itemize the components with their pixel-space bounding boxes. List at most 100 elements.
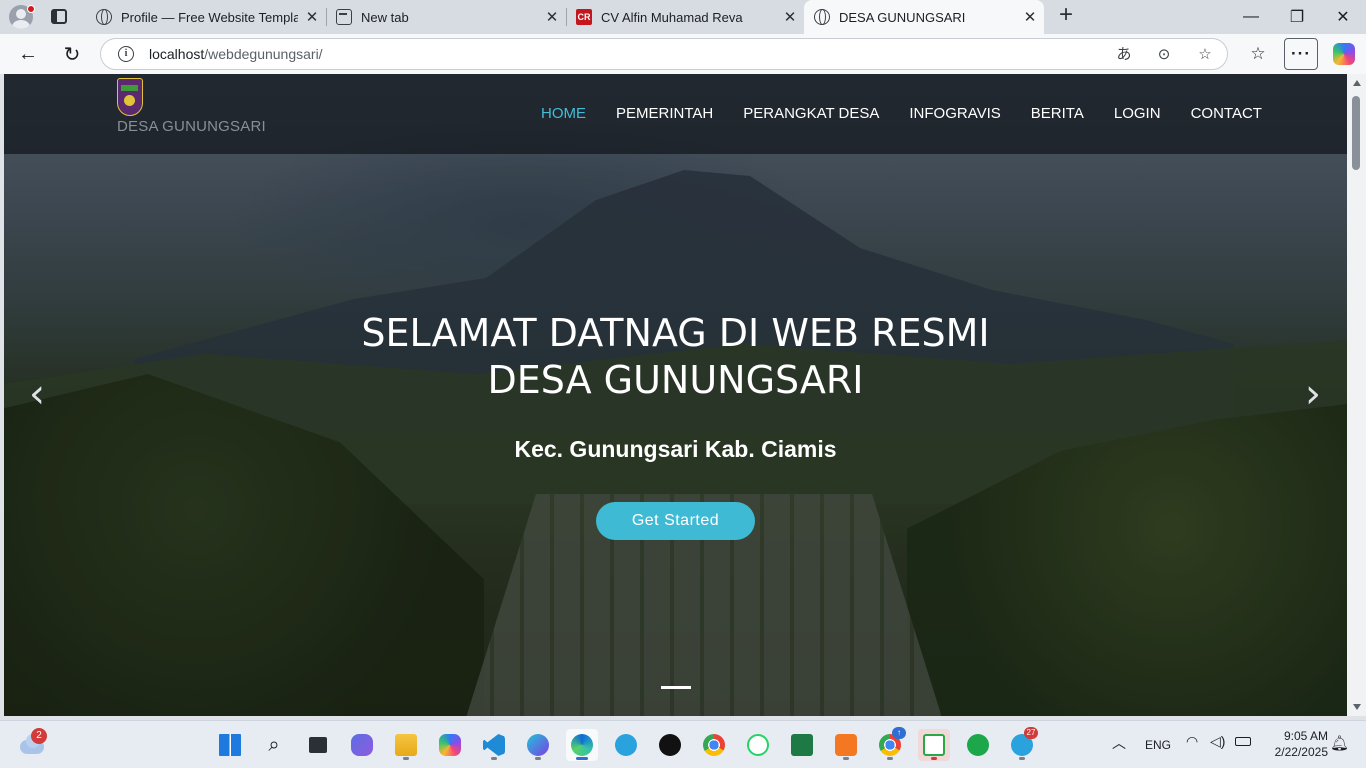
chrome-app[interactable] [698, 729, 730, 761]
close-tab-icon[interactable]: ✕ [298, 8, 326, 26]
telegram-desktop-app[interactable] [610, 729, 642, 761]
telegram-app[interactable]: 27 [1006, 727, 1038, 761]
nav-contact[interactable]: CONTACT [1191, 105, 1262, 122]
browser-essentials-icon[interactable]: ⊙ [1153, 44, 1175, 66]
tab-desa-gunungsari[interactable]: DESA GUNUNGSARI ✕ [804, 0, 1044, 34]
url-path: /webdegunungsari/ [204, 46, 323, 62]
close-window-button[interactable]: ✕ [1320, 0, 1366, 34]
whatsapp-web-app[interactable] [742, 729, 774, 761]
app-badge: 27 [1024, 727, 1038, 739]
running-indicator [403, 757, 409, 760]
new-tab-page-icon [336, 9, 352, 25]
notification-bell-icon[interactable]: 🔔︎ [1330, 734, 1349, 752]
system-clock[interactable]: 9:05 AM 2/22/2025 [1258, 728, 1328, 760]
whatsapp-app[interactable] [962, 729, 994, 761]
edge-icon [571, 734, 593, 756]
app-badge: ↑ [892, 727, 906, 739]
hero-title-line: DESA GUNUNGSARI [487, 358, 864, 402]
task-view-button[interactable] [302, 729, 334, 761]
chevron-left-icon[interactable]: ‹ [22, 374, 52, 414]
page-viewport: DESA GUNUNGSARI HOME PEMERINTAH PERANGKA… [4, 74, 1347, 716]
nav-login[interactable]: LOGIN [1114, 105, 1161, 122]
start-button[interactable] [214, 729, 246, 761]
file-explorer-app[interactable] [390, 729, 422, 761]
copilot-button[interactable] [1327, 38, 1361, 70]
whatsapp-icon [967, 734, 989, 756]
url-host: localhost [149, 46, 205, 62]
weather-badge: 2 [31, 728, 47, 744]
nav-infogravis[interactable]: INFOGRAVIS [909, 105, 1000, 122]
meet-app[interactable] [346, 729, 378, 761]
close-tab-icon[interactable]: ✕ [538, 8, 566, 26]
xampp-app[interactable] [830, 729, 862, 761]
minimize-button[interactable]: — [1228, 0, 1274, 34]
hero-title-line: SELAMAT DATNAG DI WEB RESMI [361, 311, 990, 355]
tab-new-tab[interactable]: New tab ✕ [326, 0, 566, 34]
telegram-icon [615, 734, 637, 756]
hero-title: SELAMAT DATNAG DI WEB RESMI DESA GUNUNGS… [4, 310, 1347, 404]
close-tab-icon[interactable]: ✕ [1016, 8, 1044, 26]
search-button[interactable]: ⌕ [258, 729, 290, 761]
browser-tab-strip: Profile — Free Website Template ✕ New ta… [0, 0, 1366, 34]
green-arrow-app[interactable] [918, 729, 950, 761]
running-indicator [535, 757, 541, 760]
main-nav: HOME PEMERINTAH PERANGKAT DESA INFOGRAVI… [541, 105, 1262, 122]
new-tab-button[interactable]: + [1054, 3, 1078, 28]
restore-button[interactable]: ❐ [1274, 0, 1320, 34]
profile-notification-dot [27, 5, 35, 13]
tab-title: CV Alfin Muhamad Reva [601, 9, 743, 25]
nav-pemerintah[interactable]: PEMERINTAH [616, 105, 713, 122]
chevron-right-icon[interactable]: › [1298, 374, 1328, 414]
site-brand[interactable]: DESA GUNUNGSARI [117, 118, 266, 135]
get-started-button[interactable]: Get Started [596, 502, 755, 540]
running-indicator [843, 757, 849, 760]
carousel-indicator[interactable] [661, 686, 691, 689]
read-aloud-icon[interactable]: あ [1113, 44, 1135, 66]
excel-icon [791, 734, 813, 756]
reload-button[interactable]: ↻ [56, 38, 88, 70]
tab-title: Profile — Free Website Template [121, 9, 298, 25]
running-indicator [887, 757, 893, 760]
scroll-down-icon[interactable] [1353, 704, 1361, 710]
chrome-icon [703, 734, 725, 756]
battery-icon[interactable] [1235, 737, 1251, 746]
edge-app[interactable] [566, 729, 598, 761]
village-logo-icon[interactable] [117, 78, 143, 116]
show-hidden-icons-chevron-icon[interactable]: ︿ [1112, 733, 1126, 753]
copilot-app[interactable] [434, 729, 466, 761]
wifi-icon[interactable]: ◠ [1186, 733, 1198, 750]
tab-profile-template[interactable]: Profile — Free Website Template ✕ [86, 0, 326, 34]
tiktok-app[interactable] [654, 729, 686, 761]
vscode-app[interactable] [478, 729, 510, 761]
favorites-icon[interactable]: ☆ [1241, 38, 1275, 70]
running-indicator [576, 757, 588, 760]
copilot-icon [439, 734, 461, 756]
excel-app[interactable] [786, 729, 818, 761]
tab-actions-icon[interactable] [51, 9, 67, 24]
browser-toolbar: ← ↻ i localhost/webdegunungsari/ あ ⊙ ☆ ☆… [0, 34, 1366, 74]
close-tab-icon[interactable]: ✕ [776, 8, 804, 26]
vscode-icon [483, 734, 505, 756]
clock-time: 9:05 AM [1283, 729, 1328, 743]
scroll-up-icon[interactable] [1353, 80, 1361, 86]
favorite-star-icon[interactable]: ☆ [1194, 44, 1216, 66]
windows-logo-icon [219, 734, 241, 756]
tab-title: DESA GUNUNGSARI [839, 9, 966, 25]
chrome-profile-app[interactable]: ↑ [874, 727, 906, 761]
back-button[interactable]: ← [12, 38, 44, 70]
scrollbar-thumb[interactable] [1352, 96, 1360, 170]
globe-icon [814, 9, 830, 25]
url-text[interactable]: localhost/webdegunungsari/ [149, 46, 323, 62]
globe-icon [96, 9, 112, 25]
volume-icon[interactable]: ◁) [1210, 733, 1225, 750]
page-scrollbar[interactable] [1347, 74, 1366, 716]
nav-perangkat-desa[interactable]: PERANGKAT DESA [743, 105, 879, 122]
canva-app[interactable] [522, 729, 554, 761]
language-indicator[interactable]: ENG [1145, 738, 1171, 752]
settings-more-button[interactable]: ··· [1284, 38, 1318, 70]
nav-berita[interactable]: BERITA [1031, 105, 1084, 122]
nav-home[interactable]: HOME [541, 105, 586, 122]
tab-cv[interactable]: CR CV Alfin Muhamad Reva ✕ [566, 0, 804, 34]
site-info-icon[interactable]: i [118, 46, 134, 62]
address-bar[interactable]: i localhost/webdegunungsari/ あ ⊙ ☆ [100, 38, 1228, 70]
